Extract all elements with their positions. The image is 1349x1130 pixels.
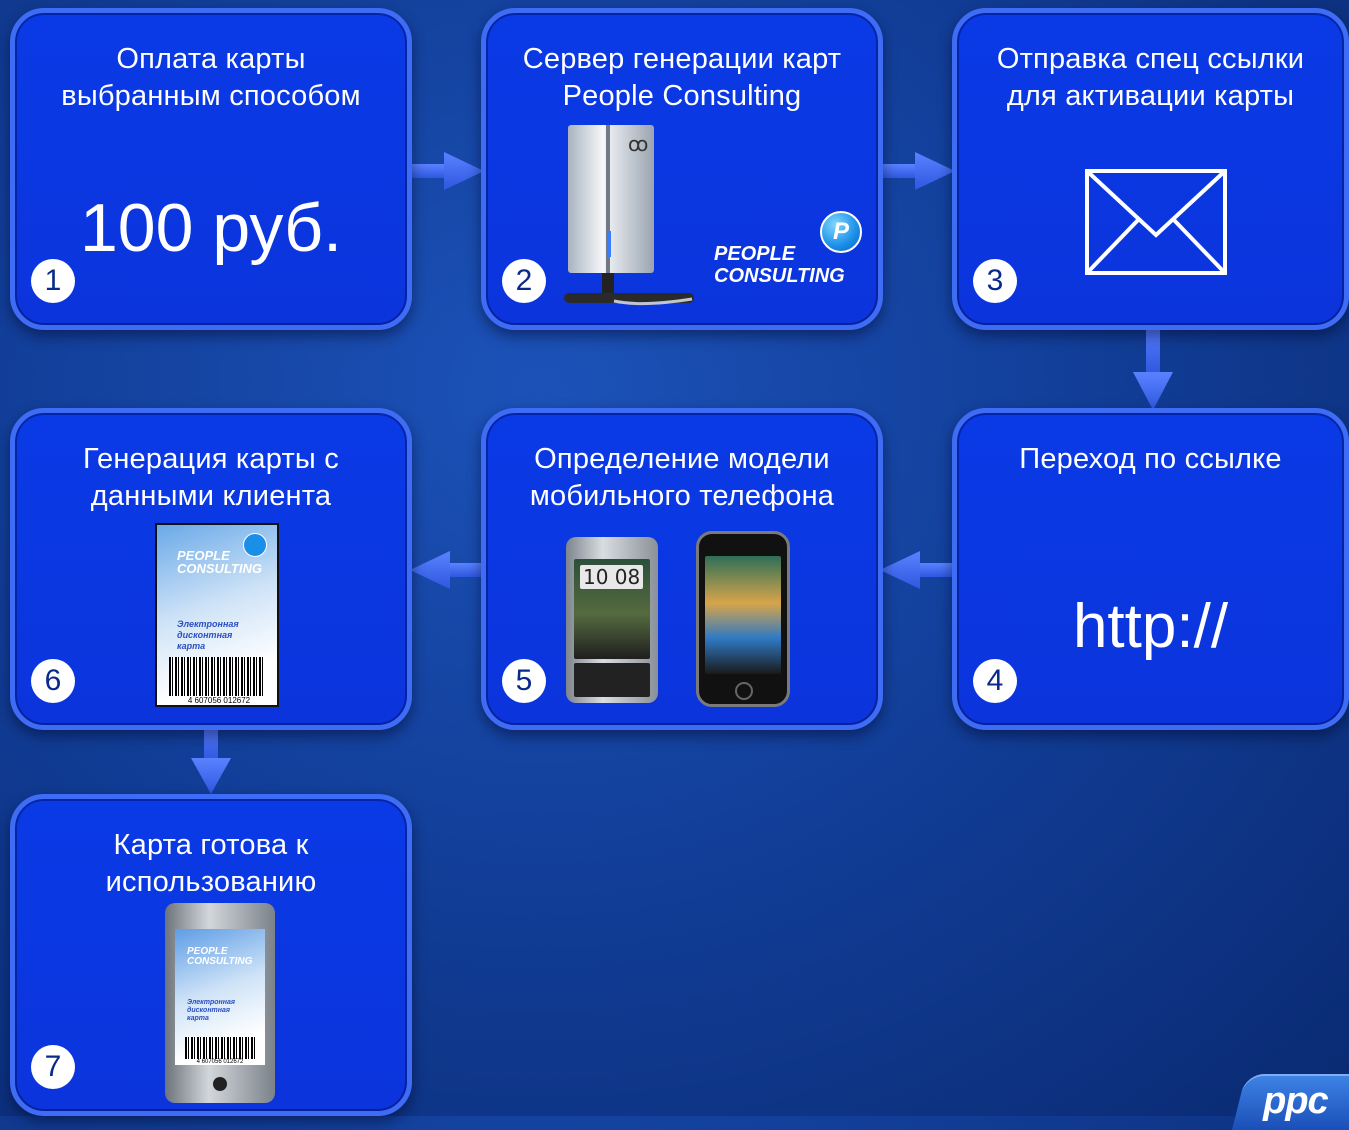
arrow-1-to-2 — [404, 152, 484, 190]
card-barcode — [169, 657, 265, 697]
card-badge-icon — [243, 533, 267, 557]
step-6-box: Генерация карты с данными клиента PEOPLE… — [10, 408, 412, 730]
step-4-title: Переход по ссылке — [1019, 443, 1282, 475]
arrow-4-to-5 — [880, 551, 962, 589]
server-icon: ꝏ — [564, 125, 694, 306]
step-7-number: 7 — [31, 1045, 75, 1089]
phone-card-label: Электронная дисконтная карта — [187, 999, 235, 1022]
step-4-url: http:// — [1072, 592, 1229, 661]
arrow-3-to-4 — [1133, 322, 1173, 410]
phone-card-barcode — [185, 1037, 255, 1059]
arrow-2-to-3 — [875, 152, 955, 190]
ppc-corner-logo: ppc — [1232, 1074, 1349, 1130]
card-barcode-number: 4 607056 012672 — [167, 696, 271, 705]
ppc-logo-text: ppc — [1263, 1080, 1328, 1122]
arrow-6-to-7 — [191, 724, 231, 794]
svg-text:ꝏ: ꝏ — [628, 132, 648, 156]
arrow-5-to-6 — [410, 551, 492, 589]
iphone-image — [696, 531, 790, 707]
step-4-number: 4 — [973, 659, 1017, 703]
phone-card-screen: PEOPLE CONSULTING Электронная дисконтная… — [175, 929, 265, 1065]
iphone-screen — [705, 556, 781, 674]
phone-card-barcode-number: 4 607056 012672 — [181, 1059, 259, 1065]
envelope-icon — [1085, 169, 1227, 275]
step-1-box: Оплата карты выбранным способом 100 руб.… — [10, 8, 412, 330]
step-2-number: 2 — [502, 259, 546, 303]
phone-card-brand-line-2: CONSULTING — [187, 956, 253, 967]
brand-badge-letter: P — [832, 218, 849, 245]
step-2-box: Сервер генерации карт People Consulting … — [481, 8, 883, 330]
step-3-box: Отправка спец ссылки для активации карты… — [952, 8, 1349, 330]
step-7-box: Карта готова к использованию PEOPLE CONS… — [10, 794, 412, 1116]
people-consulting-logo: PEOPLE CONSULTING — [714, 243, 845, 287]
htc-phone-bottom — [574, 663, 650, 697]
step-3-title: Отправка спец ссылки для активации карты — [996, 43, 1305, 112]
card-brand-line-2: CONSULTING — [177, 561, 262, 576]
htc-phone-screen: 10 08 — [574, 559, 650, 659]
iphone-home-button — [735, 682, 753, 700]
step-5-title: Определение модели мобильного телефона — [529, 443, 835, 512]
step-1-title: Оплата карты выбранным способом — [61, 43, 361, 112]
step-3-number: 3 — [973, 259, 1017, 303]
discount-card-image: PEOPLE CONSULTING Электронная дисконтная… — [155, 523, 279, 707]
step-5-box: Определение модели мобильного телефона 1… — [481, 408, 883, 730]
phone-card-brand: PEOPLE CONSULTING — [187, 947, 252, 967]
brand-line-2: CONSULTING — [714, 265, 845, 287]
htc-phone-image: 10 08 — [566, 537, 658, 703]
phone-clock: 10 08 — [580, 565, 644, 589]
phone-home-button — [213, 1077, 227, 1091]
step-7-title: Карта готова к использованию — [105, 829, 317, 898]
step-4-box: Переход по ссылке http:// 4 — [952, 408, 1349, 730]
card-label: Электронная дисконтная карта — [177, 619, 239, 651]
step-6-title: Генерация карты с данными клиента — [83, 443, 339, 512]
step-1-price: 100 руб. — [79, 190, 342, 266]
step-1-number: 1 — [31, 259, 75, 303]
step-2-title: Сервер генерации карт People Consulting — [522, 43, 842, 112]
step-5-number: 5 — [502, 659, 546, 703]
step-6-number: 6 — [31, 659, 75, 703]
phone-with-card-image: PEOPLE CONSULTING Электронная дисконтная… — [165, 903, 275, 1103]
brand-badge-icon: P — [820, 211, 862, 253]
